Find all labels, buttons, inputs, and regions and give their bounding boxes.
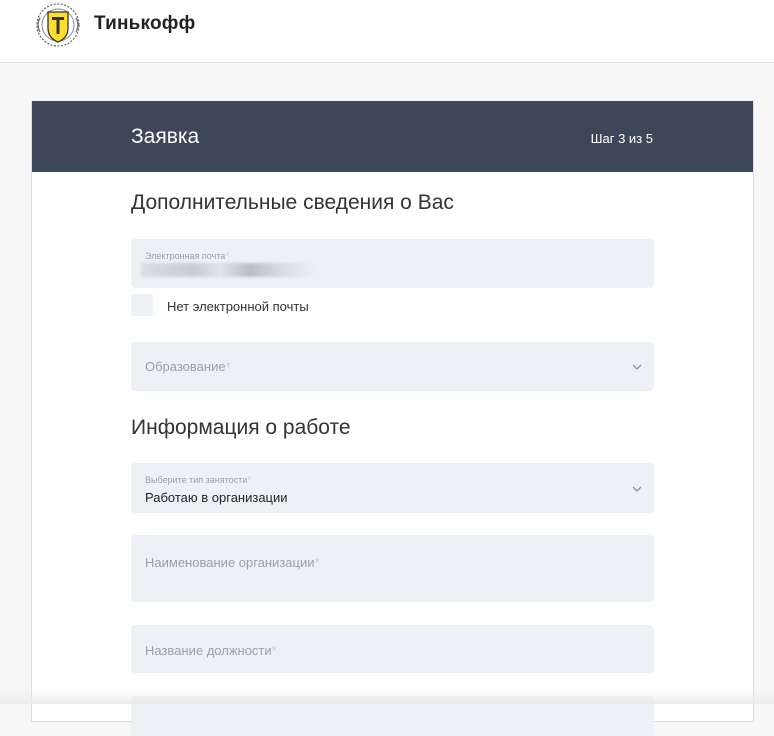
- tinkoff-logo-icon[interactable]: [32, 2, 84, 48]
- employment-type-label: Выберите тип занятости*: [145, 475, 251, 485]
- no-email-checkbox[interactable]: [131, 294, 153, 316]
- email-field-label: Электронная почта*: [145, 251, 229, 261]
- section-title-additional: Дополнительные сведения о Вас: [131, 191, 454, 214]
- education-select[interactable]: Образование*: [131, 342, 654, 391]
- chevron-down-icon: [632, 486, 642, 492]
- top-bar: Тинькофф: [0, 0, 774, 63]
- brand-name[interactable]: Тинькофф: [94, 13, 195, 35]
- step-indicator: Шаг 3 из 5: [590, 131, 653, 146]
- email-field[interactable]: Электронная почта*: [131, 239, 654, 288]
- form-title: Заявка: [131, 125, 200, 148]
- organization-name-placeholder: Наименование организации*: [145, 555, 320, 570]
- position-name-input[interactable]: Название должности*: [131, 625, 654, 673]
- email-value-redacted: [141, 263, 317, 277]
- application-form-card: Заявка Шаг 3 из 5 Дополнительные сведени…: [31, 101, 754, 736]
- education-placeholder: Образование*: [145, 359, 231, 374]
- organization-name-input[interactable]: Наименование организации*: [131, 535, 654, 602]
- position-name-placeholder: Название должности*: [145, 643, 277, 658]
- bottom-fade: [0, 690, 774, 704]
- employment-type-select[interactable]: Выберите тип занятости* Работаю в органи…: [131, 463, 654, 513]
- no-email-checkbox-label[interactable]: Нет электронной почты: [167, 299, 309, 314]
- employment-type-value: Работаю в организации: [145, 490, 288, 505]
- section-title-work: Информация о работе: [131, 416, 351, 439]
- form-header: Заявка Шаг 3 из 5: [32, 101, 753, 172]
- chevron-down-icon: [632, 364, 642, 370]
